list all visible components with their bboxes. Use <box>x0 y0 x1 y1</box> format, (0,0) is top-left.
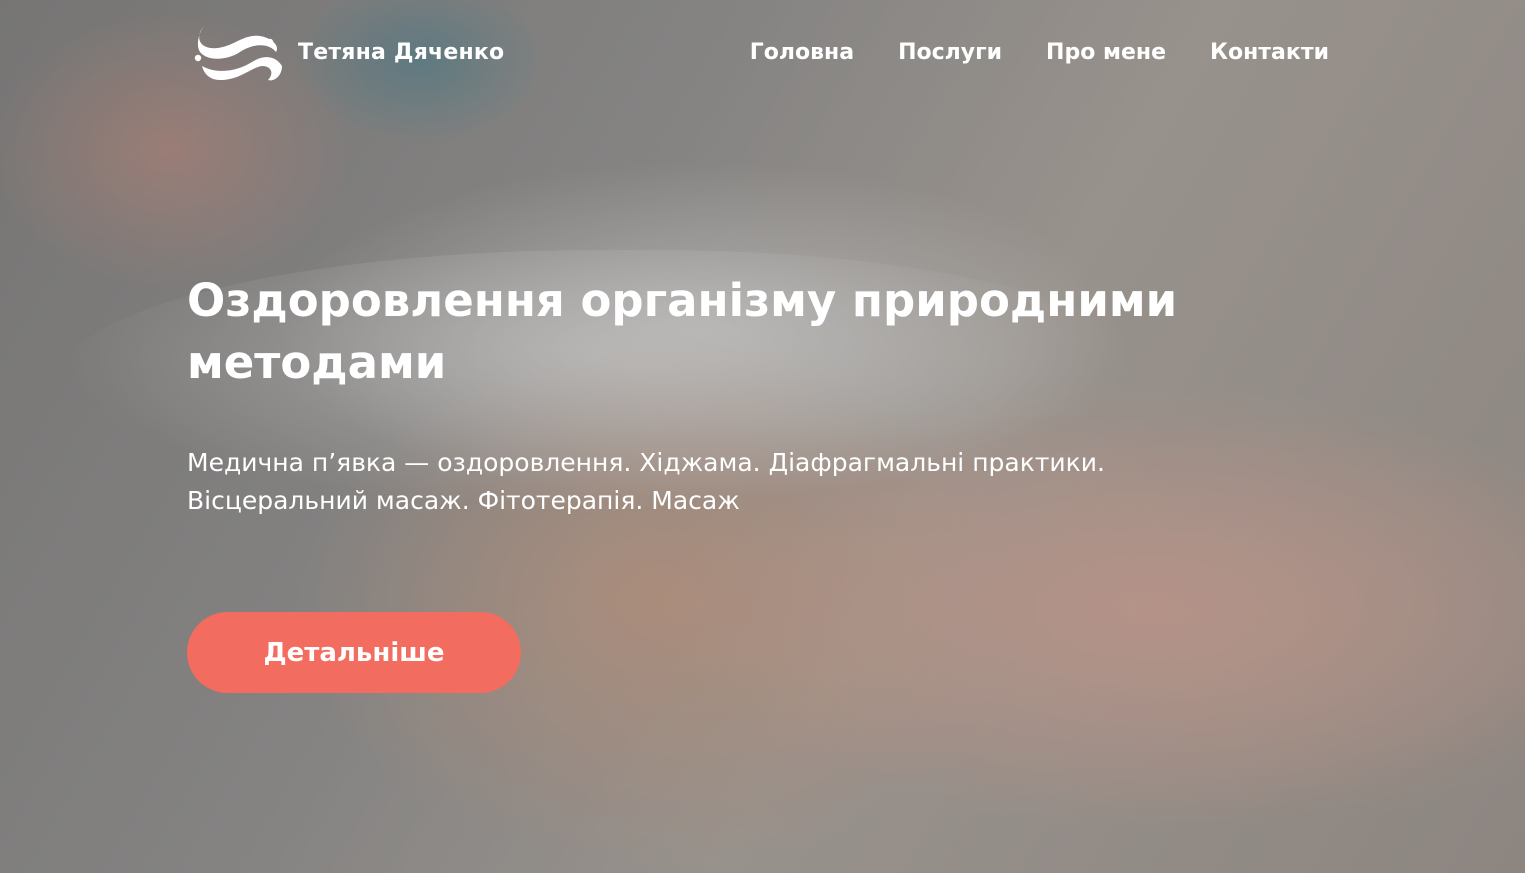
nav-item-contacts[interactable]: Контакти <box>1210 40 1329 65</box>
site-header: Тетяна Дяченко Головна Послуги Про мене … <box>0 0 1525 110</box>
nav-item-services[interactable]: Послуги <box>898 40 1002 65</box>
hero-overlay <box>0 0 1525 873</box>
hero-title: Оздоровлення організму природними метода… <box>187 274 1178 389</box>
brand-link[interactable]: Тетяна Дяченко <box>190 22 504 82</box>
hero-section: Тетяна Дяченко Головна Послуги Про мене … <box>0 0 1525 873</box>
main-nav: Головна Послуги Про мене Контакти <box>750 40 1329 65</box>
details-button[interactable]: Детальніше <box>187 612 521 693</box>
wave-figure-icon <box>194 26 282 81</box>
hero-subtitle: Медична п’явка — оздоровлення. Хіджама. … <box>187 448 1105 515</box>
brand-name: Тетяна Дяченко <box>298 39 505 65</box>
nav-item-home[interactable]: Головна <box>750 40 854 65</box>
nav-item-about[interactable]: Про мене <box>1046 40 1166 65</box>
